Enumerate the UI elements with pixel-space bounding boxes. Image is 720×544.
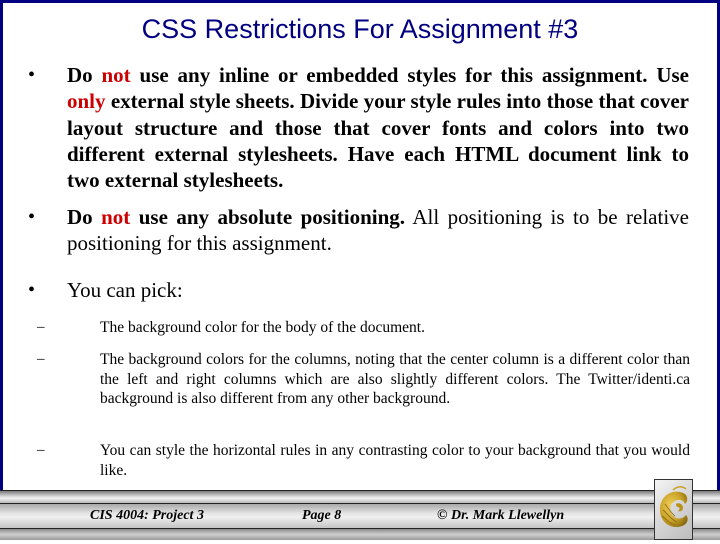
sub-bullet-text: You can style the horizontal rules in an… — [100, 442, 690, 479]
bullet-text-segment: use any inline or embedded styles for th… — [130, 63, 689, 87]
bullet-text-segment: use any absolute positioning. — [130, 205, 406, 229]
emphasis-only: only — [67, 89, 106, 114]
footer-strip-top — [0, 490, 720, 504]
sub-bullet-text: The background colors for the columns, n… — [100, 351, 690, 408]
bullet-text-segment: external style sheets. Divide your style… — [67, 89, 689, 193]
emphasis-not: not — [101, 63, 131, 87]
bullet-marker: • — [28, 206, 36, 228]
footer-page-number: Page 8 — [302, 508, 342, 523]
bullet-marker: • — [28, 279, 36, 301]
emphasis-not: not — [101, 205, 131, 229]
bullet-text-segment: Do — [67, 63, 102, 87]
bullet-marker: • — [28, 64, 36, 86]
bullet-text: Do not use any absolute positioning. All… — [67, 204, 689, 257]
footer-strip-bottom — [0, 529, 720, 540]
bullet-text: Do not use any inline or embedded styles… — [67, 62, 689, 193]
slide-title: CSS Restrictions For Assignment #3 — [141, 14, 579, 44]
footer-course: CIS 4004: Project 3 — [90, 508, 204, 523]
sub-bullet-marker: – — [37, 351, 45, 367]
slide-footer: CIS 4004: Project 3 Page 8 © Dr. Mark Ll… — [0, 490, 720, 540]
ucf-pegasus-logo-icon — [659, 486, 688, 528]
footer-author: © Dr. Mark Llewellyn — [437, 508, 565, 523]
bullet-text-segment: Do — [67, 205, 102, 229]
sub-bullet-marker: – — [37, 442, 45, 458]
bullet-text: You can pick: — [67, 277, 689, 303]
sub-bullet-marker: – — [37, 319, 45, 335]
logo-box — [654, 479, 693, 540]
sub-bullet-text: The background color for the body of the… — [100, 319, 425, 336]
bullet-text-segment: You can pick: — [67, 278, 183, 302]
